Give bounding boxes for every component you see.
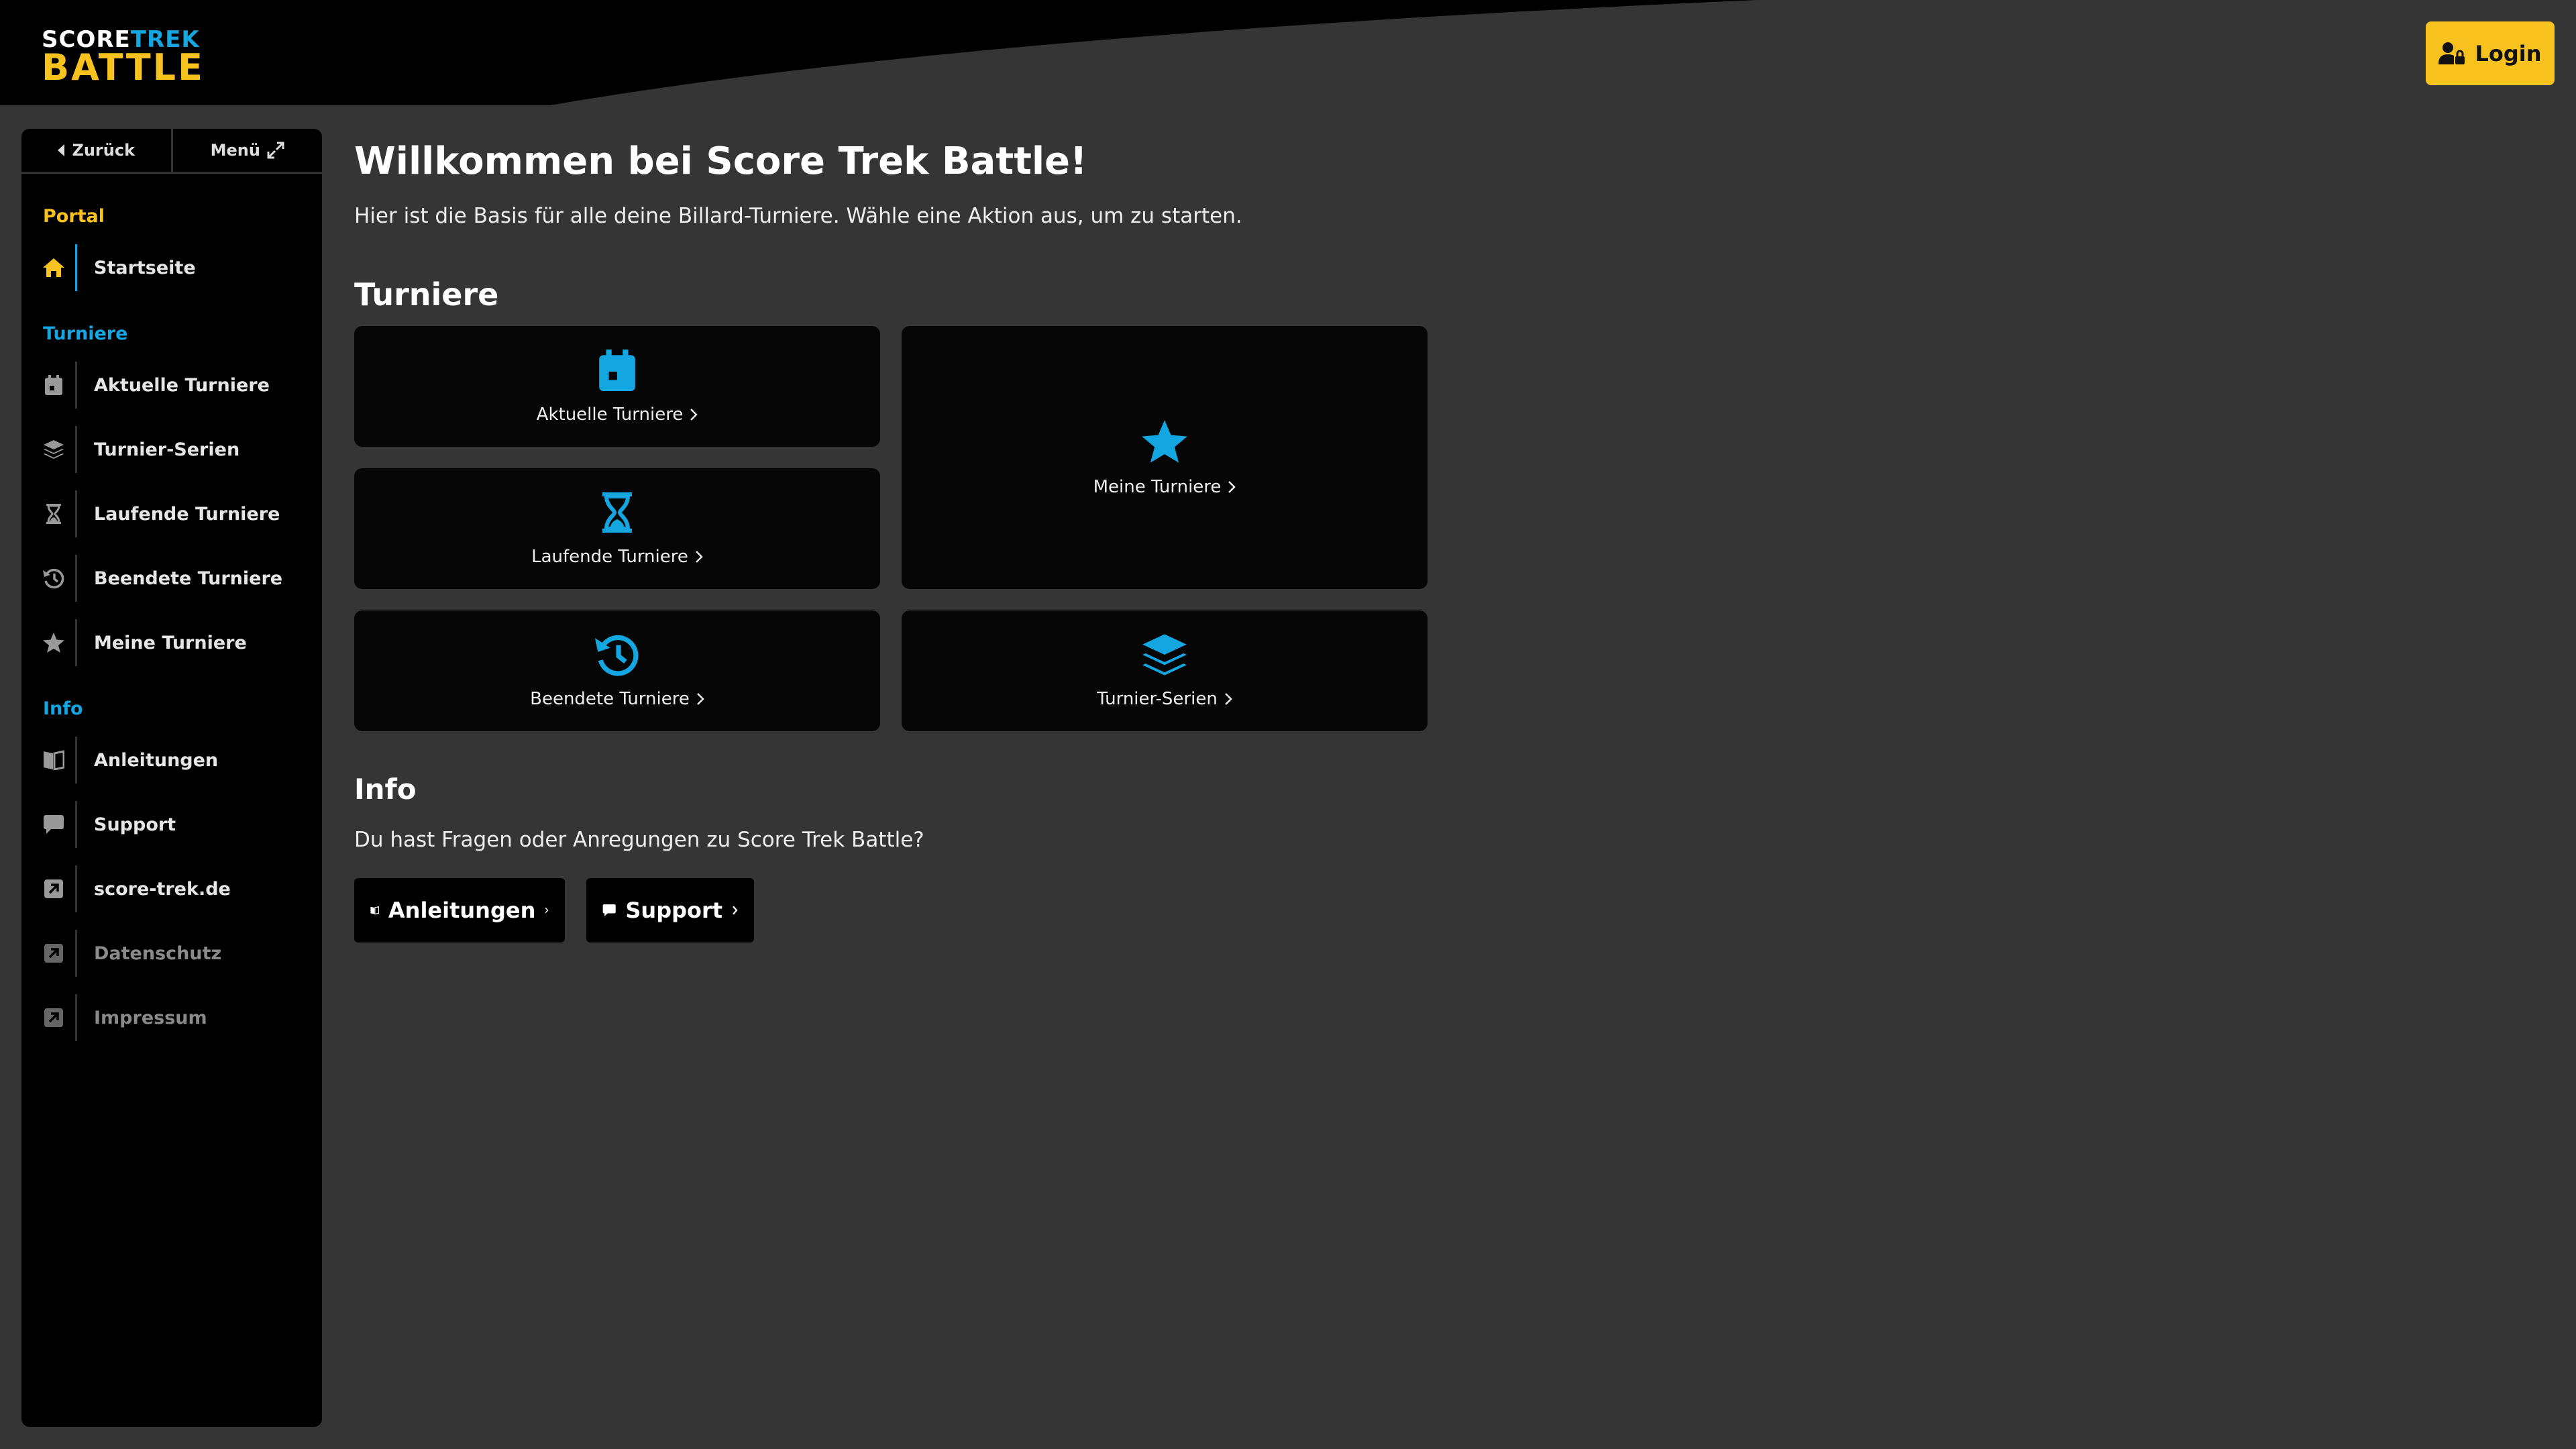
tile-label: Meine Turniere <box>1093 477 1222 497</box>
header: SCORETREK BATTLE Login <box>0 0 2576 105</box>
sidebar-item-meine-turniere[interactable]: Meine Turniere <box>21 619 322 666</box>
support-label: Support <box>625 898 723 923</box>
chevron-right-icon <box>545 907 549 914</box>
sidebar-item-laufende-turniere[interactable]: Laufende Turniere <box>21 490 322 537</box>
chevron-right-icon <box>733 906 738 915</box>
chevron-right-icon <box>1228 481 1236 493</box>
tile-label: Laufende Turniere <box>531 547 688 567</box>
sidebar-item-startseite[interactable]: Startseite <box>21 244 322 291</box>
star-icon <box>43 633 64 653</box>
sidebar-item-aktuelle-turniere[interactable]: Aktuelle Turniere <box>21 362 322 409</box>
chat-icon <box>602 904 616 916</box>
section-portal: Portal <box>43 206 105 227</box>
book-icon <box>370 906 379 915</box>
sidebar-item-turnier-serien[interactable]: Turnier-Serien <box>21 426 322 473</box>
back-label: Zurück <box>72 141 136 160</box>
tile-label: Turnier-Serien <box>1097 689 1218 709</box>
sidebar-item-label: Anleitungen <box>94 749 219 771</box>
chevron-right-icon <box>690 409 698 421</box>
history-icon <box>595 635 639 676</box>
sidebar-item-label: Datenschutz <box>94 943 222 964</box>
sidebar-item-label: Support <box>94 814 176 835</box>
tile-turnier-serien[interactable]: Turnier-Serien <box>902 610 1428 731</box>
back-button[interactable]: Zurück <box>21 129 171 172</box>
logo-battle: BATTLE <box>42 46 205 89</box>
sidebar-item-label: Aktuelle Turniere <box>94 374 270 396</box>
anleitungen-button[interactable]: Anleitungen <box>354 878 565 943</box>
sidebar-item-label: Turnier-Serien <box>94 439 240 460</box>
user-lock-icon <box>2438 42 2465 64</box>
layers-icon <box>1142 634 1187 676</box>
sidebar-item-label: Beendete Turniere <box>94 568 283 589</box>
history-icon <box>43 568 64 589</box>
book-icon <box>44 750 64 770</box>
sidebar-item-label: score-trek.de <box>94 878 231 900</box>
tile-label: Aktuelle Turniere <box>536 405 684 425</box>
chevron-right-icon <box>1224 693 1232 705</box>
sidebar-item-label: Meine Turniere <box>94 632 247 653</box>
hourglass-icon <box>46 504 61 524</box>
calendar-icon <box>45 375 62 395</box>
intro-text: Hier ist die Basis für alle deine Billar… <box>354 204 1242 228</box>
header-wave <box>0 0 1758 105</box>
chevron-right-icon <box>696 693 704 705</box>
hourglass-icon <box>602 492 632 533</box>
external-link-icon <box>44 879 63 898</box>
sidebar-item-support[interactable]: Support <box>21 801 322 848</box>
sidebar-item-score-trek[interactable]: score-trek.de <box>21 865 322 912</box>
info-text: Du hast Fragen oder Anregungen zu Score … <box>354 828 924 852</box>
tile-meine-turniere[interactable]: Meine Turniere <box>902 326 1428 589</box>
home-icon <box>43 258 64 277</box>
active-indicator <box>75 244 77 291</box>
logo[interactable]: SCORETREK BATTLE <box>42 28 205 86</box>
sidebar-item-anleitungen[interactable]: Anleitungen <box>21 737 322 784</box>
star-icon <box>1142 420 1187 463</box>
menu-label: Menü <box>210 141 260 160</box>
layers-icon <box>44 440 64 459</box>
chat-icon <box>44 815 64 834</box>
sidebar-item-label: Impressum <box>94 1007 207 1028</box>
caret-left-icon <box>58 144 65 156</box>
login-label: Login <box>2475 40 2542 66</box>
sidebar: Zurück Menü Portal Startseite Turniere A… <box>21 129 322 1427</box>
section-info: Info <box>43 698 83 719</box>
sidebar-item-beendete-turniere[interactable]: Beendete Turniere <box>21 555 322 602</box>
sidebar-top-bar: Zurück Menü <box>21 129 322 174</box>
expand-icon <box>267 142 284 159</box>
sidebar-item-impressum[interactable]: Impressum <box>21 994 322 1041</box>
anleitungen-label: Anleitungen <box>388 898 536 923</box>
external-link-icon <box>44 1008 63 1027</box>
calendar-icon <box>599 350 635 391</box>
menu-expand-button[interactable]: Menü <box>170 129 323 172</box>
tile-laufende-turniere[interactable]: Laufende Turniere <box>354 468 880 589</box>
section-turniere: Turniere <box>43 323 128 344</box>
support-button[interactable]: Support <box>586 878 754 943</box>
tile-aktuelle-turniere[interactable]: Aktuelle Turniere <box>354 326 880 447</box>
sidebar-item-label: Startseite <box>94 257 196 278</box>
info-heading: Info <box>354 773 417 806</box>
tile-label: Beendete Turniere <box>530 689 690 709</box>
sidebar-item-label: Laufende Turniere <box>94 503 280 525</box>
sidebar-item-datenschutz[interactable]: Datenschutz <box>21 930 322 977</box>
login-button[interactable]: Login <box>2426 21 2555 85</box>
external-link-icon <box>44 944 63 963</box>
tile-beendete-turniere[interactable]: Beendete Turniere <box>354 610 880 731</box>
page-title: Willkommen bei Score Trek Battle! <box>354 140 1087 183</box>
chevron-right-icon <box>695 551 703 563</box>
turniere-heading: Turniere <box>354 276 499 313</box>
